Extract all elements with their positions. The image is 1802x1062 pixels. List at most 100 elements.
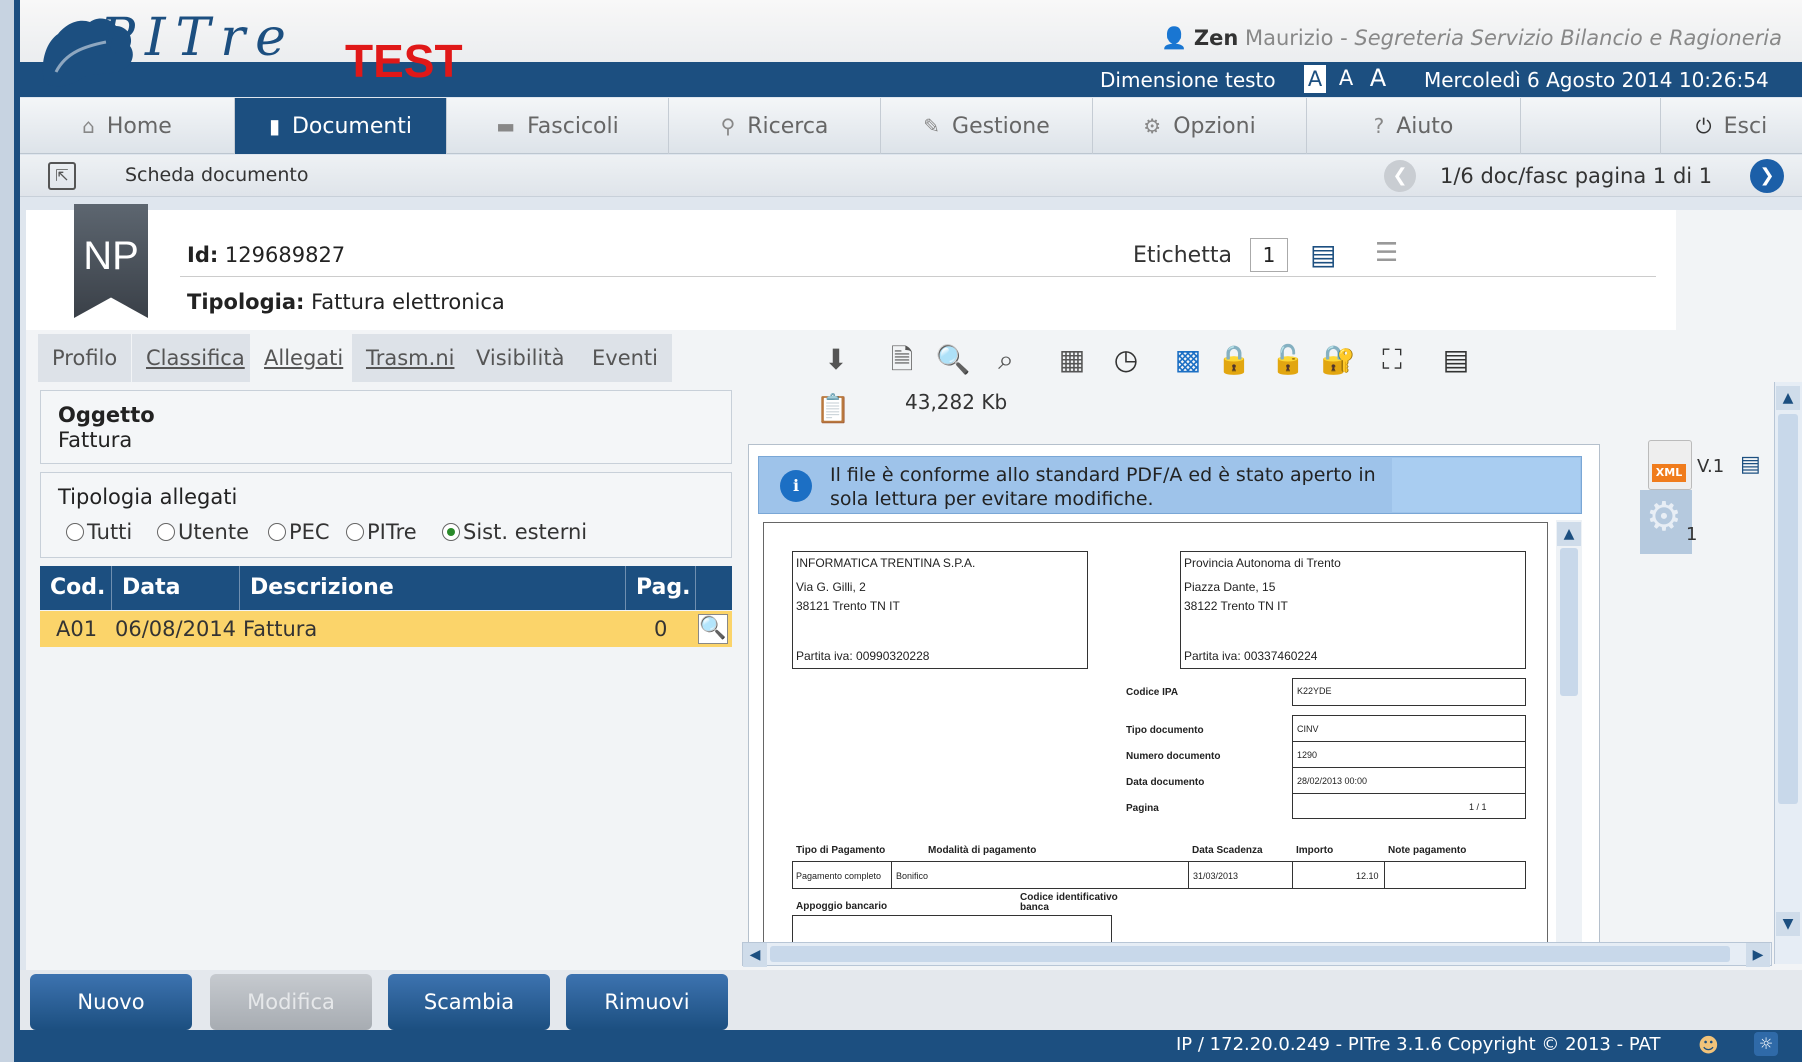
info-bar-spacer [1392,458,1580,512]
lock-icon[interactable]: 🔒 [1214,340,1254,380]
subject-title: Oggetto [58,403,155,427]
user-info: 👤 Zen Maurizio - Segreteria Servizio Bil… [1161,26,1782,51]
cell-data: 06/08/2014 [115,617,237,641]
nav-fascicoli[interactable]: ▬ Fascicoli [447,98,669,154]
pdf-col-divider [1188,861,1189,889]
header-divider [180,276,1656,277]
col-cod[interactable]: Cod. [40,566,112,610]
radio-sist-esterni[interactable]: Sist. esterni [442,520,587,544]
pdf-recipient-name: Provincia Autonoma di Trento [1184,556,1341,570]
col-descrizione[interactable]: Descrizione [240,566,626,610]
horizontal-scroll-thumb[interactable] [770,946,1730,962]
back-icon[interactable]: ⇱ [48,162,76,190]
pdf-recipient-street: Piazza Dante, 15 [1184,580,1276,594]
pdf-field-value: 1290 [1297,750,1318,760]
pdf-payment-header: Note pagamento [1388,845,1467,856]
breadcrumb-title: Scheda documento [125,164,309,186]
radio-pitre[interactable]: PITre [346,520,417,544]
text-icon[interactable]: ▤ [1436,340,1476,380]
file-size: 43,282 Kb [905,390,1008,414]
pdf-payment-header: Tipo di Pagamento [796,845,886,856]
edit-button[interactable]: Modifica [210,974,372,1030]
user-surname: Zen [1193,26,1239,50]
label-caption: Etichetta [1133,243,1232,268]
pdf-scroll-thumb[interactable] [1560,548,1578,696]
document-type-value: Fattura elettronica [304,290,505,314]
clipboard-icon[interactable]: 📋 [814,392,852,434]
pdf-field-divider [1292,793,1526,794]
zoom-scale-icon[interactable]: ⌕ [986,340,1026,380]
nav-home[interactable]: ⌂ Home [20,98,235,154]
tab-visibilita[interactable]: Visibilità [462,334,580,382]
nav-documenti[interactable]: ▮ Documenti [235,98,447,154]
radio-utente[interactable]: Utente [157,520,249,544]
pdf-payment-cell: Pagamento completo [796,871,882,881]
power-icon: ⏻ [1695,114,1712,138]
radio-label: PITre [367,520,417,544]
pdf-col-divider [1384,861,1385,889]
nav-ricerca[interactable]: ⚲ Ricerca [669,98,881,154]
scroll-left-icon[interactable]: ◀ [743,943,767,967]
save-icon[interactable]: ▩ [1168,340,1208,380]
pdf-payment-cell: 31/03/2013 [1193,871,1239,881]
tab-eventi[interactable]: Eventi [578,334,673,382]
home-icon: ⌂ [82,114,95,138]
tab-classifica[interactable]: Classifica [132,334,260,382]
text-size-medium[interactable]: A [1332,64,1360,94]
tab-allegati[interactable]: Allegati [250,334,359,382]
scroll-right-icon[interactable]: ▶ [1746,943,1770,967]
pdf-field-value: CINV [1297,724,1319,734]
preview-icon[interactable]: 🔍 [698,614,728,644]
remove-button[interactable]: Rimuovi [566,974,728,1030]
tab-profilo[interactable]: Profilo [38,334,133,382]
grid-zoom-icon[interactable]: ▦ [1052,340,1092,380]
lock-settings-icon[interactable]: 🔐 [1318,340,1358,380]
version-print-icon[interactable]: ▤ [1740,452,1761,477]
document-id-label: Id: [187,243,219,267]
nav-opzioni[interactable]: ⚙ Opzioni [1093,98,1307,154]
pdf-payment-cell: Bonifico [896,871,929,881]
radio-label: PEC [289,520,330,544]
zoom-page-icon[interactable]: 🗎 [882,340,922,380]
label-count-input[interactable]: 1 [1250,238,1288,272]
clock-icon[interactable]: ◷ [1106,340,1146,380]
new-button[interactable]: Nuovo [30,974,192,1030]
fullscreen-icon[interactable]: ⛶ [1372,340,1412,380]
radio-circle-selected [442,523,460,541]
unlock-icon[interactable]: 🔓 [1268,340,1308,380]
text-size-large[interactable]: A [1362,64,1394,94]
radio-pec[interactable]: PEC [268,520,330,544]
list-icon[interactable]: ☰ [1375,238,1398,268]
radio-tutti[interactable]: Tutti [66,520,132,544]
pdf-field-label: Tipo documento [1126,725,1204,736]
nav-esci[interactable]: ⏻ Esci [1661,98,1802,154]
version-label: V.1 [1697,456,1725,477]
col-pag[interactable]: Pag. [626,566,696,610]
text-size-small[interactable]: A [1303,64,1327,94]
pdf-field-label: Data documento [1126,777,1205,788]
user-name: Maurizio - [1238,26,1355,50]
subject-box [40,390,732,464]
swap-button[interactable]: Scambia [388,974,550,1030]
subject-value: Fattura [58,428,133,452]
search-icon[interactable]: 🔍 [933,340,973,380]
document-id-value: 129689827 [218,243,346,267]
search-icon: ⚲ [720,114,736,138]
next-doc-button[interactable]: ❯ [1750,159,1784,193]
scroll-down-icon[interactable]: ▼ [1776,912,1800,936]
nav-gestione[interactable]: ✎ Gestione [881,98,1093,154]
download-icon[interactable]: ⬇ [816,340,856,380]
previous-doc-button[interactable]: ❮ [1384,160,1416,192]
nav-aiuto[interactable]: ? Aiuto [1307,98,1521,154]
vertical-scroll-thumb[interactable] [1778,414,1798,804]
tab-trasmissioni[interactable]: Trasm.ni [352,334,470,382]
radio-circle [157,523,175,541]
print-icon[interactable]: ▤ [1310,238,1336,271]
scroll-up-icon[interactable]: ▲ [1776,386,1800,410]
col-data[interactable]: Data [112,566,240,610]
nav-esci-label: Esci [1723,114,1768,139]
pdf-field-divider [1292,767,1526,768]
nav-documenti-label: Documenti [291,114,413,139]
pdf-scroll-up-icon[interactable]: ▲ [1557,522,1581,546]
logo-text: PITre [100,8,296,68]
